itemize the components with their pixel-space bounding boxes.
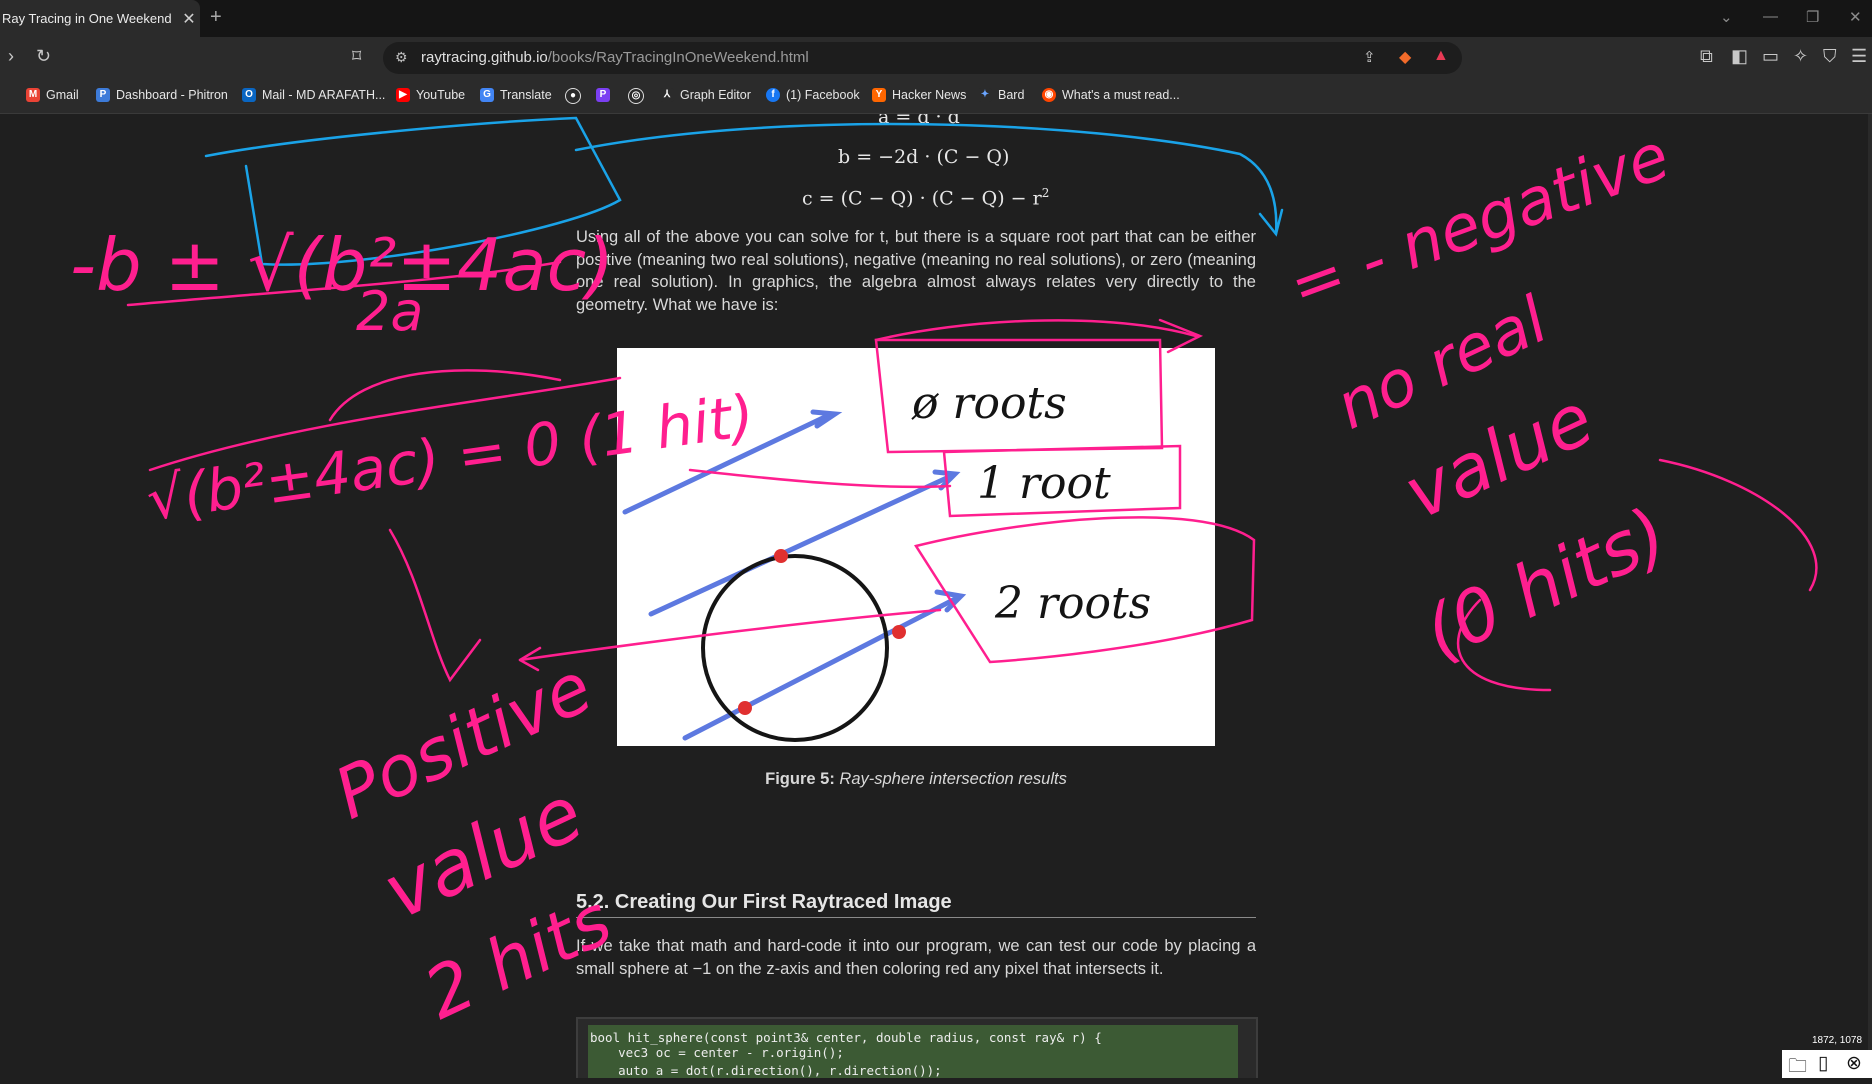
label-zero-roots: ø roots bbox=[911, 378, 1067, 429]
toolbar: › ↻ ⌑ ⚙ raytracing.github.io/books/RayTr… bbox=[0, 37, 1872, 79]
code-line-3: auto a = dot(r.direction(), r.direction(… bbox=[588, 1063, 942, 1078]
bookmark-translate[interactable]: G Translate bbox=[480, 88, 552, 102]
leo-ai-icon[interactable]: ✧ bbox=[1793, 46, 1808, 67]
brave-rewards-icon[interactable]: ▲ bbox=[1433, 47, 1449, 65]
bookmark-github[interactable]: ● bbox=[565, 88, 587, 104]
equation-c-exponent: 2 bbox=[1041, 186, 1050, 200]
bookmark-label: Graph Editor bbox=[680, 88, 751, 102]
openai-icon: ◎ bbox=[628, 88, 644, 104]
figure-caption-text: Ray-sphere intersection results bbox=[839, 770, 1067, 788]
figure-caption: Figure 5: Ray-sphere intersection result… bbox=[576, 770, 1256, 789]
extensions-icon[interactable]: ⧉ bbox=[1700, 46, 1713, 67]
gmail-icon: M bbox=[26, 88, 40, 102]
taskbar-tray: 🗀 ▯ ⊗ bbox=[1782, 1050, 1872, 1078]
ray-miss bbox=[622, 413, 830, 515]
hit-point-exit bbox=[892, 625, 906, 639]
bookmark-label: Bard bbox=[998, 88, 1025, 102]
tab-close-icon[interactable]: ✕ bbox=[178, 9, 200, 29]
equation-c-main: c = (C − Q) · (C − Q) − r bbox=[802, 187, 1042, 210]
paragraph-roots: Using all of the above you can solve for… bbox=[576, 228, 1256, 314]
phitron-icon: P bbox=[96, 88, 110, 102]
new-tab-icon[interactable]: + bbox=[210, 6, 222, 29]
url-text[interactable]: raytracing.github.io/books/RayTracingInO… bbox=[421, 49, 809, 66]
vpn-icon[interactable]: ⛉ bbox=[1823, 46, 1837, 67]
bookmark-phitron[interactable]: P Dashboard - Phitron bbox=[96, 88, 228, 102]
bookmark-label: YouTube bbox=[416, 88, 466, 102]
reddit-icon: ◉ bbox=[1042, 88, 1056, 102]
scrollbar[interactable] bbox=[1868, 114, 1872, 1078]
bookmark-outlook[interactable]: O Mail - MD ARAFATH... bbox=[242, 88, 385, 102]
forward-icon[interactable]: › bbox=[8, 46, 14, 67]
youtube-icon: ▶ bbox=[396, 88, 410, 102]
restore-icon[interactable]: ❐ bbox=[1806, 8, 1819, 26]
ray-sphere-diagram: ø roots 1 root 2 roots bbox=[622, 378, 1151, 742]
ray-through bbox=[682, 595, 960, 741]
minimize-icon[interactable]: — bbox=[1763, 8, 1778, 25]
code-line-2: vec3 oc = center - r.origin(); bbox=[588, 1045, 844, 1060]
wallet-icon[interactable]: ▭ bbox=[1762, 46, 1779, 67]
url-path: /books/RayTracingInOneWeekend.html bbox=[547, 49, 809, 66]
bookmark-purple[interactable]: P bbox=[596, 88, 616, 102]
address-bar[interactable]: ⚙ raytracing.github.io/books/RayTracingI… bbox=[383, 42, 1462, 74]
bookmark-gmail[interactable]: M Gmail bbox=[26, 88, 79, 102]
tab-list-chevron-icon[interactable]: ⌄ bbox=[1720, 8, 1733, 26]
reload-icon[interactable]: ↻ bbox=[36, 46, 51, 67]
site-settings-icon[interactable]: ⚙ bbox=[395, 49, 408, 66]
ray-tangent bbox=[648, 473, 954, 617]
label-one-root: 1 root bbox=[977, 458, 1111, 509]
bookmark-label: Hacker News bbox=[892, 88, 967, 102]
bard-icon: ✦ bbox=[978, 88, 992, 102]
bookmark-openai[interactable]: ◎ bbox=[628, 88, 650, 104]
bookmark-bard[interactable]: ✦ Bard bbox=[978, 88, 1024, 102]
clipboard-icon[interactable]: ▯ bbox=[1818, 1052, 1828, 1075]
share-icon[interactable]: ⇪ bbox=[1363, 48, 1376, 66]
facebook-icon: f bbox=[766, 88, 780, 102]
bookmark-youtube[interactable]: ▶ YouTube bbox=[396, 88, 465, 102]
menu-icon[interactable]: ☰ bbox=[1851, 46, 1867, 67]
bookmark-reddit[interactable]: ◉ What's a must read... bbox=[1042, 88, 1180, 102]
bookmark-label: Translate bbox=[500, 88, 552, 102]
bookmark-label: Gmail bbox=[46, 88, 79, 102]
hacker-news-icon: Y bbox=[872, 88, 886, 102]
bookmark-label: (1) Facebook bbox=[786, 88, 860, 102]
bookmark-label: Dashboard - Phitron bbox=[116, 88, 228, 102]
bookmarks-bar: M Gmail P Dashboard - Phitron O Mail - MD A… bbox=[0, 79, 1872, 114]
hit-point-entry bbox=[738, 701, 752, 715]
bookmark-graph-editor[interactable]: ⅄ Graph Editor bbox=[660, 88, 751, 102]
purple-app-icon: P bbox=[596, 88, 610, 102]
folder-icon[interactable]: 🗀 bbox=[1788, 1052, 1807, 1084]
brave-shield-icon[interactable]: ◆ bbox=[1399, 47, 1411, 67]
bookmark-label: What's a must read... bbox=[1062, 88, 1180, 102]
pointer-coordinates: 1872, 1078 bbox=[1812, 1035, 1863, 1046]
close-circle-icon[interactable]: ⊗ bbox=[1846, 1052, 1862, 1075]
figure-ray-sphere: ø roots 1 root 2 roots bbox=[617, 348, 1215, 746]
bookmark-facebook[interactable]: f (1) Facebook bbox=[766, 88, 860, 102]
page-content: a = d · d b = −2d · (C − Q) c = (C − Q) … bbox=[0, 114, 1872, 1078]
bookmark-page-icon[interactable]: ⌑ bbox=[352, 46, 361, 67]
bookmark-label: Mail - MD ARAFATH... bbox=[262, 88, 386, 102]
github-icon: ● bbox=[565, 88, 581, 104]
label-two-roots: 2 roots bbox=[994, 578, 1151, 629]
graph-editor-icon: ⅄ bbox=[660, 88, 674, 102]
paragraph-raytraced-image: If we take that math and hard-code it in… bbox=[576, 937, 1256, 978]
figure-caption-label: Figure 5: bbox=[765, 770, 835, 788]
translate-icon: G bbox=[480, 88, 494, 102]
equation-c: c = (C − Q) · (C − Q) − r2 bbox=[802, 186, 1049, 209]
bookmark-hacker-news[interactable]: Y Hacker News bbox=[872, 88, 966, 102]
url-host: raytracing.github.io bbox=[421, 49, 548, 66]
outlook-icon: O bbox=[242, 88, 256, 102]
equation-a: a = d · d bbox=[878, 114, 960, 128]
close-window-icon[interactable]: ✕ bbox=[1849, 8, 1862, 26]
equation-b: b = −2d · (C − Q) bbox=[838, 146, 1010, 168]
sidebar-icon[interactable]: ◧ bbox=[1731, 46, 1748, 67]
section-heading: 5.2. Creating Our First Raytraced Image bbox=[576, 891, 1256, 918]
tab-strip: Ray Tracing in One Weekend ✕ + ⌄ — ❐ ✕ bbox=[0, 0, 1872, 37]
tab-active[interactable]: Ray Tracing in One Weekend ✕ bbox=[0, 0, 200, 37]
hit-point-tangent bbox=[774, 549, 788, 563]
tab-title: Ray Tracing in One Weekend bbox=[2, 11, 172, 26]
